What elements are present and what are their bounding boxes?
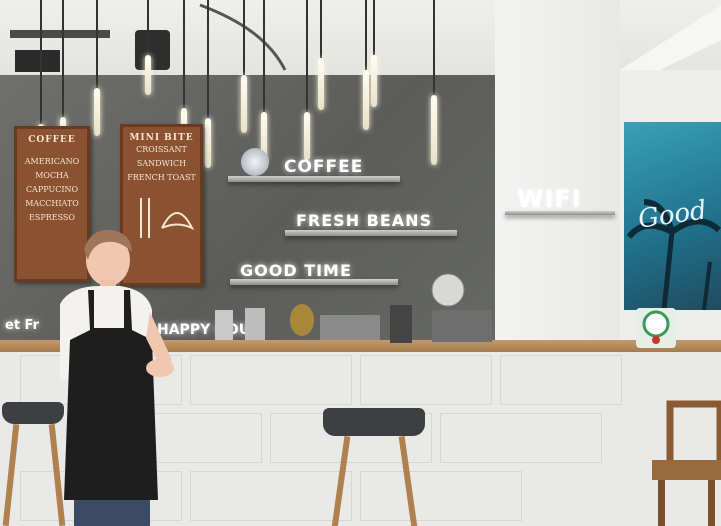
- neon-fresh-beans: FRESH BEANS: [296, 211, 433, 230]
- neon-wifi: WIFI: [517, 185, 582, 213]
- menu-item: MACCHIATO: [25, 199, 79, 208]
- coffee-equipment: [215, 273, 492, 343]
- shelf: [505, 211, 615, 215]
- palm-banner: Good: [624, 122, 721, 310]
- menu-item: CROISSANT: [136, 145, 187, 154]
- mini-board-title: MINI BITE: [129, 133, 194, 143]
- cafe-scene: COFFEE AMERICANO MOCHA CAPPUCINO MACCHIA…: [0, 0, 721, 526]
- neon-coffee: COFFEE: [284, 157, 364, 177]
- shelf: [228, 176, 400, 182]
- menu-item: MOCHA: [35, 171, 69, 180]
- menu-item: CAPPUCINO: [25, 185, 79, 194]
- wooden-chair: [652, 400, 721, 526]
- white-pillar: [495, 0, 620, 350]
- menu-item: AMERICANO: [24, 157, 80, 166]
- neon-fragment: et Fr: [5, 318, 40, 333]
- menu-board-title: COFFEE: [28, 135, 76, 145]
- shelf: [285, 230, 457, 236]
- barista: [60, 229, 174, 526]
- vintage-scale: [636, 308, 676, 348]
- menu-item: FRENCH TOAST: [127, 173, 196, 182]
- menu-item: SANDWICH: [136, 159, 187, 168]
